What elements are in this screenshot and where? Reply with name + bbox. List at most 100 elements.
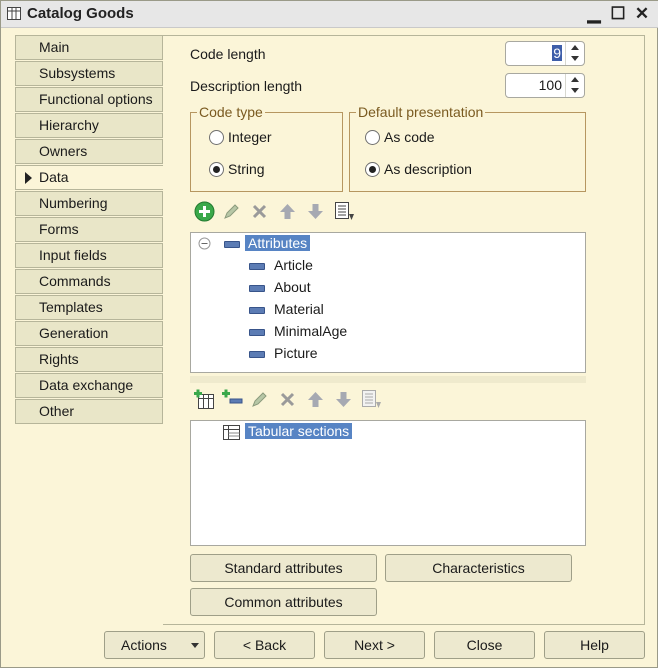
sidebar-item-numbering[interactable]: Numbering bbox=[15, 191, 163, 216]
window-title: Catalog Goods bbox=[27, 5, 134, 22]
radio-selected-dot bbox=[213, 166, 220, 173]
sidebar-item-label: Rights bbox=[39, 351, 79, 367]
move-up-icon[interactable] bbox=[306, 390, 325, 409]
sidebar-item-subsystems[interactable]: Subsystems bbox=[15, 61, 163, 86]
sidebar-item-label: Input fields bbox=[39, 247, 107, 263]
title-bar[interactable]: Catalog Goods ▁ ☐ ✕ bbox=[1, 1, 658, 28]
delete-icon[interactable] bbox=[250, 202, 269, 221]
sidebar-item-label: Commands bbox=[39, 273, 111, 289]
integer-radio[interactable] bbox=[209, 130, 224, 145]
sidebar-item-label: Data bbox=[39, 169, 69, 185]
move-down-icon[interactable] bbox=[334, 390, 353, 409]
sidebar-item-label: Data exchange bbox=[39, 377, 134, 393]
sidebar-item-data[interactable]: Data bbox=[15, 165, 165, 190]
sidebar-item-other[interactable]: Other bbox=[15, 399, 163, 424]
tree-node-tabular-sections[interactable]: Tabular sections bbox=[245, 421, 353, 441]
spin-down-icon[interactable] bbox=[571, 56, 579, 61]
tree-node-picture[interactable]: Picture bbox=[274, 343, 318, 363]
attributes-group-icon bbox=[224, 241, 240, 248]
catalog-goods-window: Catalog Goods ▁ ☐ ✕ Main Subsystems Func… bbox=[0, 0, 658, 668]
close-button[interactable]: Close bbox=[434, 631, 535, 659]
attribute-icon bbox=[249, 329, 265, 336]
sidebar-item-templates[interactable]: Templates bbox=[15, 295, 163, 320]
current-arrow-icon bbox=[25, 172, 32, 184]
sidebar-item-label: Generation bbox=[39, 325, 109, 341]
next-button[interactable]: Next > bbox=[324, 631, 425, 659]
chevron-down-icon bbox=[191, 643, 199, 648]
code-length-field[interactable]: 9 bbox=[505, 41, 585, 66]
sort-list-icon[interactable] bbox=[361, 389, 382, 410]
attribute-icon bbox=[249, 263, 265, 270]
description-length-label: Description length bbox=[190, 78, 303, 94]
tree-node-label[interactable]: Tabular sections bbox=[245, 423, 353, 439]
code-type-legend: Code type bbox=[199, 104, 263, 120]
default-presentation-group: Default presentation bbox=[349, 104, 586, 192]
as-code-radio[interactable] bbox=[365, 130, 380, 145]
sidebar-item-label: Forms bbox=[39, 221, 79, 237]
maximize-button[interactable]: ☐ bbox=[608, 4, 628, 24]
as-description-radio-label[interactable]: As description bbox=[384, 161, 472, 177]
close-window-button[interactable]: ✕ bbox=[632, 4, 652, 24]
attribute-icon bbox=[249, 351, 265, 358]
move-up-icon[interactable] bbox=[278, 202, 297, 221]
description-length-value[interactable]: 100 bbox=[539, 77, 562, 93]
sidebar-item-data-exchange[interactable]: Data exchange bbox=[15, 373, 163, 398]
minimize-button[interactable]: ▁ bbox=[584, 4, 604, 24]
characteristics-button[interactable]: Characteristics bbox=[385, 554, 572, 582]
sidebar-item-hierarchy[interactable]: Hierarchy bbox=[15, 113, 163, 138]
default-presentation-legend: Default presentation bbox=[358, 104, 484, 120]
spin-up-icon[interactable] bbox=[571, 77, 579, 82]
tree-node-article[interactable]: Article bbox=[274, 255, 313, 275]
code-length-value[interactable]: 9 bbox=[552, 45, 562, 61]
string-radio[interactable] bbox=[209, 162, 224, 177]
edit-icon[interactable] bbox=[250, 390, 269, 409]
move-down-icon[interactable] bbox=[306, 202, 325, 221]
standard-attributes-button[interactable]: Standard attributes bbox=[190, 554, 377, 582]
as-code-radio-label[interactable]: As code bbox=[384, 129, 435, 145]
sidebar-item-input-fields[interactable]: Input fields bbox=[15, 243, 163, 268]
string-radio-label[interactable]: String bbox=[228, 161, 265, 177]
tree-node-material[interactable]: Material bbox=[274, 299, 324, 319]
code-length-spinner[interactable] bbox=[565, 42, 584, 65]
sidebar-item-forms[interactable]: Forms bbox=[15, 217, 163, 242]
sidebar-item-functional-options[interactable]: Functional options bbox=[15, 87, 163, 112]
actions-button[interactable]: Actions bbox=[104, 631, 205, 659]
sidebar-item-label: Hierarchy bbox=[39, 117, 99, 133]
table-icon bbox=[7, 7, 21, 20]
sidebar-item-commands[interactable]: Commands bbox=[15, 269, 163, 294]
delete-icon[interactable] bbox=[278, 390, 297, 409]
code-length-label: Code length bbox=[190, 46, 266, 62]
sidebar-item-rights[interactable]: Rights bbox=[15, 347, 163, 372]
sidebar-item-label: Numbering bbox=[39, 195, 108, 211]
edit-icon[interactable] bbox=[222, 202, 241, 221]
attribute-icon bbox=[249, 307, 265, 314]
sidebar-item-generation[interactable]: Generation bbox=[15, 321, 163, 346]
tree-node-label[interactable]: Attributes bbox=[245, 235, 311, 251]
add-tabular-section-icon[interactable] bbox=[194, 389, 215, 410]
description-length-spinner[interactable] bbox=[565, 74, 584, 97]
sort-list-icon[interactable] bbox=[334, 201, 355, 222]
help-button[interactable]: Help bbox=[544, 631, 645, 659]
sidebar-item-label: Functional options bbox=[39, 91, 153, 107]
code-type-group: Code type bbox=[190, 104, 343, 192]
sidebar-item-owners[interactable]: Owners bbox=[15, 139, 163, 164]
add-icon[interactable] bbox=[194, 201, 215, 222]
add-attribute-icon[interactable] bbox=[222, 389, 243, 410]
back-button[interactable]: < Back bbox=[214, 631, 315, 659]
splitter[interactable] bbox=[190, 376, 586, 383]
integer-radio-label[interactable]: Integer bbox=[228, 129, 272, 145]
sidebar-item-label: Owners bbox=[39, 143, 88, 159]
sidebar-item-label: Main bbox=[39, 39, 70, 55]
collapse-icon[interactable] bbox=[198, 237, 211, 250]
description-length-field[interactable]: 100 bbox=[505, 73, 585, 98]
sidebar-item-label: Other bbox=[39, 403, 75, 419]
tree-node-minimalage[interactable]: MinimalAge bbox=[274, 321, 347, 341]
tabular-section-icon bbox=[223, 425, 240, 440]
tree-node-attributes[interactable]: Attributes bbox=[245, 233, 311, 253]
spin-up-icon[interactable] bbox=[571, 45, 579, 50]
as-description-radio[interactable] bbox=[365, 162, 380, 177]
spin-down-icon[interactable] bbox=[571, 88, 579, 93]
tree-node-about[interactable]: About bbox=[274, 277, 311, 297]
common-attributes-button[interactable]: Common attributes bbox=[190, 588, 377, 616]
sidebar-item-main[interactable]: Main bbox=[15, 35, 163, 60]
